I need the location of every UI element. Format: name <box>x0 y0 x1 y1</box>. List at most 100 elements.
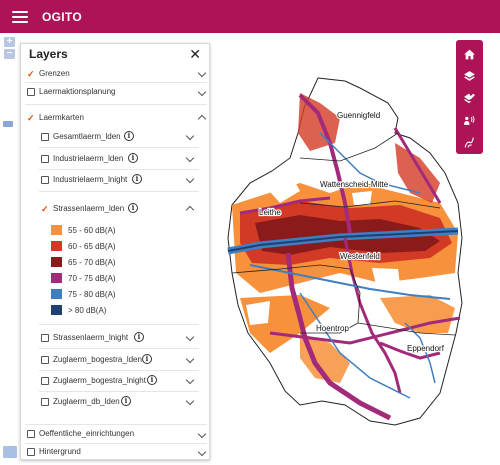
layer-label: Industrielaerm_lnight <box>53 175 128 184</box>
check-icon: ✓ <box>27 112 35 123</box>
legend-item: 65 - 70 dB(A) <box>51 257 116 267</box>
map-gap <box>246 301 270 325</box>
divider <box>39 348 199 349</box>
layer-label: Zuglaerm_bogestra_lden <box>53 355 142 364</box>
layer-laermaktionsplanung[interactable]: Laermaktionsplanung <box>27 87 116 96</box>
route-button[interactable] <box>456 131 483 153</box>
info-icon[interactable]: i <box>128 203 138 213</box>
chevron-down-icon[interactable] <box>185 354 195 364</box>
info-icon[interactable]: i <box>124 131 134 141</box>
panel-title: Layers <box>29 46 68 61</box>
layer-label: Oeffentliche_einrichtungen <box>39 429 135 438</box>
checkbox[interactable] <box>41 355 49 364</box>
layer-industrielaerm-lnight[interactable]: Industrielaerm_lnight <box>41 175 127 184</box>
chevron-down-icon[interactable] <box>185 174 195 184</box>
legend-label: > 80 dB(A) <box>68 305 107 315</box>
checkbox[interactable] <box>41 154 49 163</box>
close-icon[interactable]: ✕ <box>189 47 201 61</box>
chevron-up-icon[interactable] <box>197 114 207 124</box>
zoom-in-button[interactable]: + <box>4 37 15 47</box>
place-label: Guennigfeld <box>337 111 380 120</box>
layer-zuglaerm-bogestra-lnight[interactable]: Zuglaerm_bogestra_lnight <box>41 376 146 385</box>
layer-label: Laermaktionsplanung <box>39 87 116 96</box>
info-icon[interactable]: i <box>128 153 138 163</box>
checkbox[interactable] <box>27 87 35 96</box>
layer-strassenlaerm-lnight[interactable]: Strassenlaerm_lnight <box>41 333 128 342</box>
chevron-down-icon[interactable] <box>185 131 195 141</box>
place-label: Hoentrop <box>316 324 349 333</box>
legend-item: 60 - 65 dB(A) <box>51 241 116 251</box>
legend-label: 60 - 65 dB(A) <box>68 241 116 251</box>
layer-label: Strassenlaerm_lnight <box>53 333 129 342</box>
info-icon[interactable]: i <box>147 375 157 385</box>
divider <box>25 82 207 83</box>
layer-laermkarten[interactable]: ✓ Laermkarten <box>27 113 84 122</box>
chevron-down-icon[interactable] <box>197 87 207 97</box>
layer-zuglaerm-bogestra-lden[interactable]: Zuglaerm_bogestra_lden <box>41 355 142 364</box>
route-icon <box>464 137 474 148</box>
checkbox[interactable] <box>41 333 49 342</box>
checkbox[interactable] <box>41 132 49 141</box>
layer-gesamtlaerm-lden[interactable]: Gesamtlaerm_lden <box>41 132 121 141</box>
place-label: Westenfeld <box>340 252 380 261</box>
panel-header: Layers ✕ <box>21 44 209 63</box>
chevron-down-icon[interactable] <box>185 332 195 342</box>
layer-label: Laermkarten <box>39 113 84 122</box>
chevron-down-icon[interactable] <box>185 153 195 163</box>
info-icon[interactable]: i <box>142 354 152 364</box>
place-label: Eppendorf <box>407 344 445 353</box>
layer-industrielaerm-lden[interactable]: Industrielaerm_lden <box>41 154 123 163</box>
chevron-down-icon[interactable] <box>197 429 207 439</box>
layer-label: Zuglaerm_db_lden <box>53 397 120 406</box>
layer-hintergrund[interactable]: Hintergrund <box>27 447 81 456</box>
divider <box>39 169 199 170</box>
legend-label: 55 - 60 dB(A) <box>68 225 116 235</box>
legend-item: 70 - 75 dB(A) <box>51 273 116 283</box>
layer-label: Grenzen <box>39 69 70 78</box>
layer-grenzen[interactable]: ✓ Grenzen <box>27 69 70 78</box>
hearing-button[interactable] <box>456 109 483 131</box>
home-button[interactable] <box>456 43 483 65</box>
checkbox[interactable] <box>27 429 35 438</box>
info-icon[interactable]: i <box>132 174 142 184</box>
app-bar: OGITO <box>0 0 500 33</box>
legend-label: 65 - 70 dB(A) <box>68 257 116 267</box>
chevron-down-icon[interactable] <box>197 68 207 78</box>
checkbox[interactable] <box>41 376 49 385</box>
divider <box>25 104 207 105</box>
legend-item: > 80 dB(A) <box>51 305 106 315</box>
chevron-down-icon[interactable] <box>185 375 195 385</box>
layer-label: Strassenlaerm_lden <box>53 204 125 213</box>
layer-label: Zuglaerm_bogestra_lnight <box>53 376 146 385</box>
layers-edit-button[interactable] <box>456 87 483 109</box>
place-label: Wattenscheid-Mitte <box>320 180 389 189</box>
home-icon <box>464 49 475 59</box>
layer-zuglaerm-db-lden[interactable]: Zuglaerm_db_lden <box>41 397 120 406</box>
menu-icon[interactable] <box>12 10 28 23</box>
legend-swatch <box>51 241 62 251</box>
hearing-icon <box>464 115 475 125</box>
chevron-down-icon[interactable] <box>185 396 195 406</box>
checkbox[interactable] <box>41 175 49 184</box>
layer-strassenlaerm-lden[interactable]: ✓ Strassenlaerm_lden <box>41 204 124 213</box>
chevron-up-icon[interactable] <box>185 205 195 215</box>
place-label: Leithe <box>259 208 281 217</box>
map-gap <box>372 268 400 285</box>
divider <box>25 443 207 444</box>
layers-icon <box>464 70 475 81</box>
checkbox[interactable] <box>27 447 35 456</box>
map-gap <box>352 191 372 205</box>
checkbox[interactable] <box>41 397 49 406</box>
zoom-out-button[interactable]: − <box>4 49 15 59</box>
bottom-panel-toggle[interactable] <box>3 446 17 458</box>
legend-item: 55 - 60 dB(A) <box>51 225 116 235</box>
chevron-down-icon[interactable] <box>197 447 207 457</box>
divider <box>39 391 199 392</box>
layers-button[interactable] <box>456 65 483 87</box>
legend-item: 75 - 80 dB(A) <box>51 289 116 299</box>
info-icon[interactable]: i <box>134 332 144 342</box>
layer-oeffentliche-einrichtungen[interactable]: Oeffentliche_einrichtungen <box>27 429 134 438</box>
info-icon[interactable]: i <box>121 396 131 406</box>
legend-swatch <box>51 257 62 267</box>
side-panel-toggle[interactable] <box>3 121 13 127</box>
